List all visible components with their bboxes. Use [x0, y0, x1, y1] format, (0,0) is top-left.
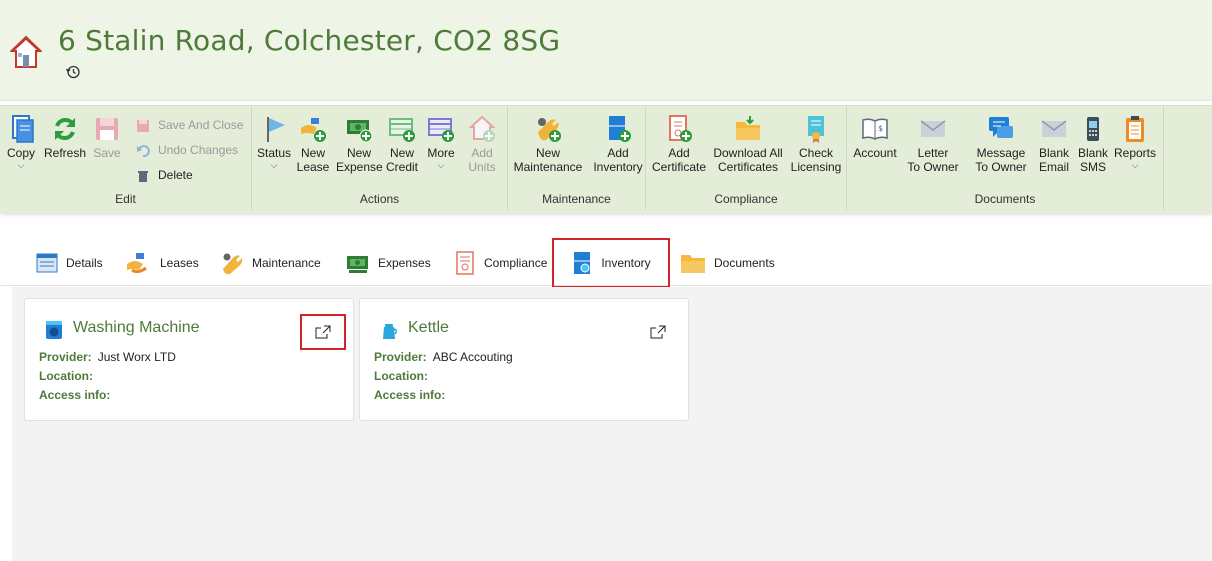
inventory-icon: [609, 116, 631, 142]
location-row: Location:: [39, 369, 93, 383]
ribbon-group-edit: Copy ⌵ Refresh Save Save And Close Undo: [0, 106, 252, 210]
folder-icon: [681, 255, 705, 273]
add-units-button[interactable]: Add Units: [462, 114, 502, 174]
tab-details[interactable]: Details: [36, 240, 103, 286]
group-label-maintenance: Maintenance: [542, 192, 611, 206]
ribbon-group-compliance: Add Certificate Download All Certificate…: [646, 106, 847, 210]
group-label-edit: Edit: [115, 192, 136, 206]
add-house-icon: [468, 115, 496, 142]
svg-text:$: $: [878, 124, 883, 133]
tab-maintenance[interactable]: Maintenance: [220, 240, 321, 286]
more-button[interactable]: More ⌵: [424, 114, 458, 170]
access-info-row: Access info:: [374, 388, 446, 402]
tab-expenses[interactable]: Expenses: [346, 240, 431, 286]
new-expense-button[interactable]: New Expense: [336, 114, 383, 174]
inventory-item-name: Kettle: [408, 319, 449, 336]
wrench-icon: [538, 118, 561, 142]
location-row: Location:: [374, 369, 428, 383]
trash-icon: [138, 170, 148, 182]
credit-sheet-icon: [389, 118, 415, 142]
message-to-owner-button[interactable]: Message To Owner: [969, 114, 1033, 174]
provider-row: Provider: ABC Accouting: [374, 350, 513, 364]
floppy-disk-icon: [96, 118, 118, 140]
inventory-card[interactable]: Kettle Provider: ABC Accouting Location: …: [359, 298, 689, 421]
download-all-certificates-button[interactable]: Download All Certificates: [710, 114, 786, 174]
inventory-panel: Washing Machine Provider: Just Worx LTD L…: [12, 287, 1212, 561]
details-icon: [36, 253, 58, 273]
save-close-icon: [137, 119, 149, 132]
open-external-icon: [315, 325, 331, 339]
tab-compliance[interactable]: Compliance: [454, 240, 547, 286]
envelope-icon: [920, 120, 946, 137]
ribbon-group-maintenance: New Maintenance Add Inventory Maintenanc…: [508, 106, 646, 210]
open-external-icon: [650, 325, 666, 339]
chat-bubble-icon: [989, 117, 1013, 138]
history-icon[interactable]: [65, 64, 81, 80]
expenses-icon: [347, 256, 368, 273]
new-maintenance-button[interactable]: New Maintenance: [512, 114, 584, 174]
inventory-item-name: Washing Machine: [73, 319, 200, 336]
cash-icon: [347, 120, 373, 143]
house-icon: [10, 35, 42, 68]
new-credit-button[interactable]: New Credit: [384, 114, 420, 174]
flag-icon: [267, 117, 285, 142]
chevron-down-icon: ⌵: [437, 160, 445, 170]
folder-download-icon: [736, 116, 760, 140]
washing-machine-icon: [46, 321, 62, 339]
refresh-icon: [55, 118, 75, 140]
new-lease-button[interactable]: New Lease: [296, 114, 330, 174]
copy-button[interactable]: Copy ⌵: [4, 114, 38, 170]
save-and-close-button[interactable]: Save And Close: [136, 115, 243, 135]
refresh-button[interactable]: Refresh: [44, 114, 86, 160]
inventory-icon: [574, 252, 591, 274]
compliance-icon: [456, 251, 474, 275]
more-sheet-icon: [428, 118, 454, 142]
access-info-row: Access info:: [39, 388, 111, 402]
tab-documents[interactable]: Documents: [680, 240, 775, 286]
group-label-compliance: Compliance: [714, 192, 778, 206]
tab-bar: Details Leases Maintenance Expenses Comp…: [0, 238, 1212, 288]
clipboard-icon: [1126, 116, 1144, 142]
phone-icon: [1087, 117, 1099, 141]
save-button[interactable]: Save: [90, 114, 124, 160]
delete-button[interactable]: Delete: [136, 165, 193, 185]
provider-row: Provider: Just Worx LTD: [39, 350, 176, 364]
open-item-button[interactable]: [300, 314, 346, 350]
ledger-icon: $: [862, 118, 888, 140]
lease-key-icon: [301, 118, 326, 142]
reports-button[interactable]: Reports ⌵: [1113, 114, 1157, 170]
page-title: 6 Stalin Road, Colchester, CO2 8SG: [58, 24, 561, 57]
group-label-actions: Actions: [359, 192, 400, 206]
undo-icon: [137, 144, 150, 157]
inventory-card[interactable]: Washing Machine Provider: Just Worx LTD L…: [24, 298, 354, 421]
certificate-icon: [669, 115, 692, 142]
chevron-down-icon: ⌵: [1131, 160, 1139, 170]
blank-email-button[interactable]: Blank Email: [1037, 114, 1071, 174]
account-button[interactable]: $ Account: [851, 114, 899, 160]
add-inventory-button[interactable]: Add Inventory: [592, 114, 644, 174]
maintenance-icon: [223, 253, 243, 275]
chevron-down-icon: ⌵: [17, 160, 25, 170]
add-certificate-button[interactable]: Add Certificate: [650, 114, 708, 174]
tab-inventory[interactable]: Inventory: [552, 238, 670, 288]
ribbon-group-documents: $ Account Letter To Owner Message To Own…: [847, 106, 1164, 210]
ribbon-group-actions: Status ⌵ New Lease New Expense New Credi…: [252, 106, 508, 210]
open-item-button[interactable]: [637, 316, 679, 348]
check-licensing-button[interactable]: Check Licensing: [788, 114, 844, 174]
leases-icon: [127, 253, 147, 274]
undo-changes-button[interactable]: Undo Changes: [136, 140, 238, 160]
page-header: 6 Stalin Road, Colchester, CO2 8SG: [0, 0, 1212, 101]
ribbon-toolbar: Copy ⌵ Refresh Save Save And Close Undo: [0, 105, 1212, 213]
kettle-icon: [383, 324, 398, 339]
blank-sms-button[interactable]: Blank SMS: [1075, 114, 1111, 174]
tab-leases[interactable]: Leases: [126, 240, 199, 286]
group-label-documents: Documents: [974, 192, 1036, 206]
status-button[interactable]: Status ⌵: [256, 114, 292, 170]
chevron-down-icon: ⌵: [270, 160, 278, 170]
letter-to-owner-button[interactable]: Letter To Owner: [901, 114, 965, 174]
envelope-icon: [1041, 120, 1067, 137]
copy-icon: [12, 115, 34, 143]
license-icon: [808, 116, 824, 143]
